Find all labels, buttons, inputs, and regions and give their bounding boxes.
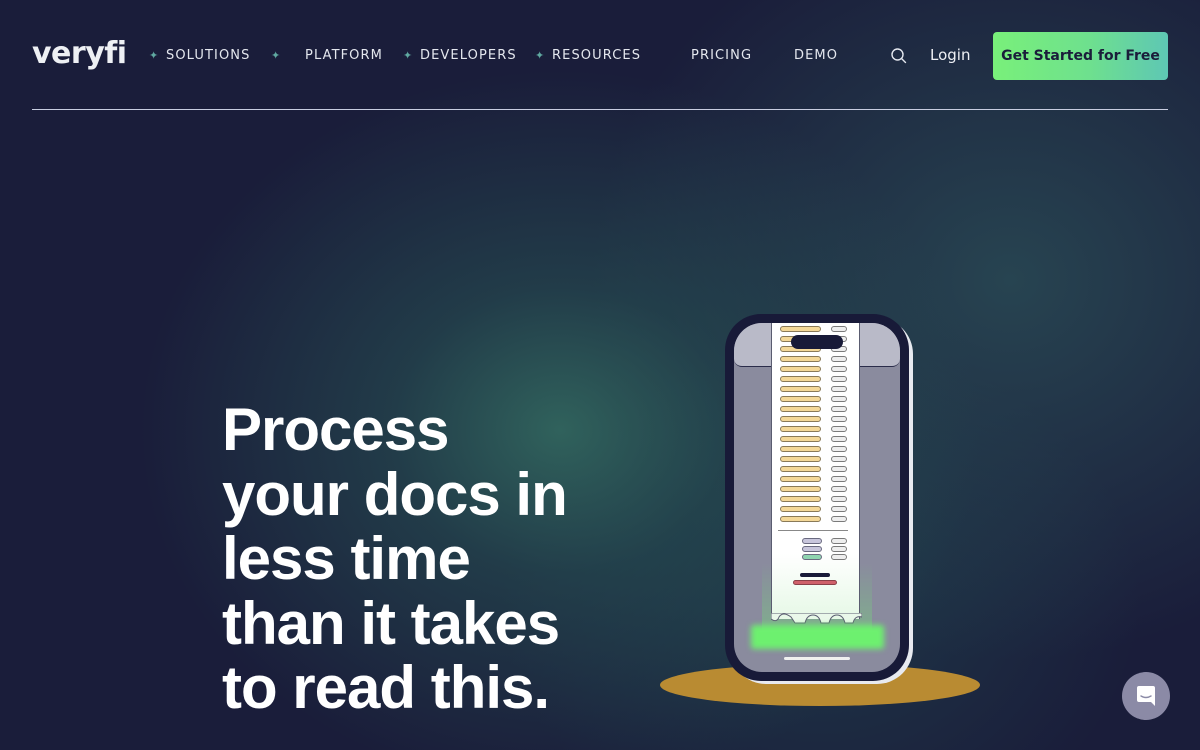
receipt-torn-edge: [771, 613, 862, 624]
receipt-total-label: [800, 573, 830, 577]
receipt-line: [831, 436, 847, 442]
receipt-line: [831, 356, 847, 362]
nav-item-pricing[interactable]: PRICING: [691, 48, 752, 63]
search-icon[interactable]: [890, 47, 908, 65]
veryfi-logo[interactable]: veryfi: [32, 36, 127, 71]
phone-notch: [791, 335, 843, 349]
receipt-line: [831, 516, 847, 522]
receipt-line: [831, 554, 847, 560]
receipt-line: [831, 506, 847, 512]
receipt-line: [780, 456, 821, 462]
receipt-line: [831, 446, 847, 452]
nav-item-developers[interactable]: ✦ DEVELOPERS: [403, 48, 517, 63]
sparkle-icon: ✦: [403, 49, 414, 62]
receipt-line: [780, 466, 821, 472]
receipt-line: [780, 446, 821, 452]
hero-title-line: to read this.: [222, 654, 550, 721]
hero-title-line: Process: [222, 396, 450, 463]
sparkle-icon: ✦: [271, 49, 282, 62]
receipt-line: [831, 476, 847, 482]
receipt-line: [831, 538, 847, 544]
site-header: veryfi ✦ SOLUTIONS ✦ PLATFORM ✦ DEVELOPE…: [32, 0, 1168, 110]
hero-title: Process your docs in less time than it t…: [222, 396, 642, 721]
receipt-line: [780, 386, 821, 392]
nav-item-label: DEVELOPERS: [420, 48, 517, 63]
receipt-line: [831, 386, 847, 392]
nav-item-label: SOLUTIONS: [166, 48, 251, 63]
receipt-line: [831, 326, 847, 332]
receipt-line: [831, 426, 847, 432]
nav-item-demo[interactable]: DEMO: [794, 48, 838, 63]
receipt: [771, 323, 862, 624]
receipt-line: [831, 486, 847, 492]
receipt-line: [831, 376, 847, 382]
sparkle-icon: ✦: [535, 49, 546, 62]
receipt-line: [802, 554, 822, 560]
nav-item-solutions[interactable]: ✦ SOLUTIONS: [149, 48, 250, 63]
receipt-line: [780, 366, 821, 372]
receipt-divider: [778, 530, 848, 531]
hero-title-line: your docs in: [222, 460, 568, 528]
hero-title-line: than it takes: [222, 589, 560, 657]
get-started-button[interactable]: Get Started for Free: [993, 32, 1168, 80]
receipt-line: [831, 366, 847, 372]
receipt-line: [780, 506, 821, 512]
receipt-line: [831, 456, 847, 462]
sparkle-icon: ✦: [149, 49, 160, 62]
phone-illustration: [725, 314, 909, 681]
receipt-line: [780, 476, 821, 482]
chat-launcher-button[interactable]: [1122, 672, 1170, 720]
hero-title-line: less time: [222, 525, 471, 592]
receipt-line: [780, 486, 821, 492]
receipt-line: [831, 396, 847, 402]
receipt-line: [780, 516, 821, 522]
receipt-line: [831, 546, 847, 552]
receipt-line: [831, 416, 847, 422]
nav-item-label: RESOURCES: [552, 48, 642, 63]
nav-item-label: DEMO: [794, 48, 839, 63]
receipt-line: [780, 376, 821, 382]
receipt-line: [780, 496, 821, 502]
receipt-line: [802, 538, 822, 544]
nav-item-platform[interactable]: ✦ PLATFORM: [271, 48, 383, 63]
chat-icon: [1137, 686, 1155, 706]
receipt-line: [780, 436, 821, 442]
nav-item-label: PLATFORM: [305, 48, 383, 63]
receipt-line: [831, 496, 847, 502]
phone-screen: [734, 323, 900, 672]
nav-item-label: PRICING: [691, 48, 753, 63]
login-link[interactable]: Login: [930, 46, 970, 64]
receipt-line: [831, 406, 847, 412]
receipt-line: [780, 406, 821, 412]
home-indicator: [784, 657, 850, 660]
receipt-line: [780, 426, 821, 432]
receipt-line: [831, 466, 847, 472]
scan-glow: [751, 625, 884, 649]
receipt-line: [802, 546, 822, 552]
nav-item-resources[interactable]: ✦ RESOURCES: [535, 48, 641, 63]
receipt-line: [780, 356, 821, 362]
receipt-total-value: [793, 580, 837, 585]
receipt-line: [780, 396, 821, 402]
receipt-line: [780, 416, 821, 422]
receipt-line: [780, 326, 821, 332]
